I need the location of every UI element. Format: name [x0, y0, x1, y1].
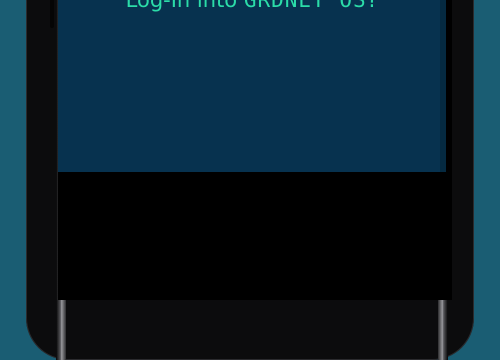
phone-screen: Log-In into GRDNET OS?: [58, 0, 452, 300]
login-panel: Log-In into GRDNET OS?: [58, 0, 446, 172]
panel-edge: [440, 0, 446, 172]
login-heading: Log-In into GRDNET OS?: [58, 0, 446, 15]
brand-name: GRDNET OS: [243, 0, 367, 12]
heading-suffix: ?: [366, 0, 379, 13]
side-button: [50, 0, 54, 28]
heading-prefix: Log-In into: [125, 0, 238, 12]
